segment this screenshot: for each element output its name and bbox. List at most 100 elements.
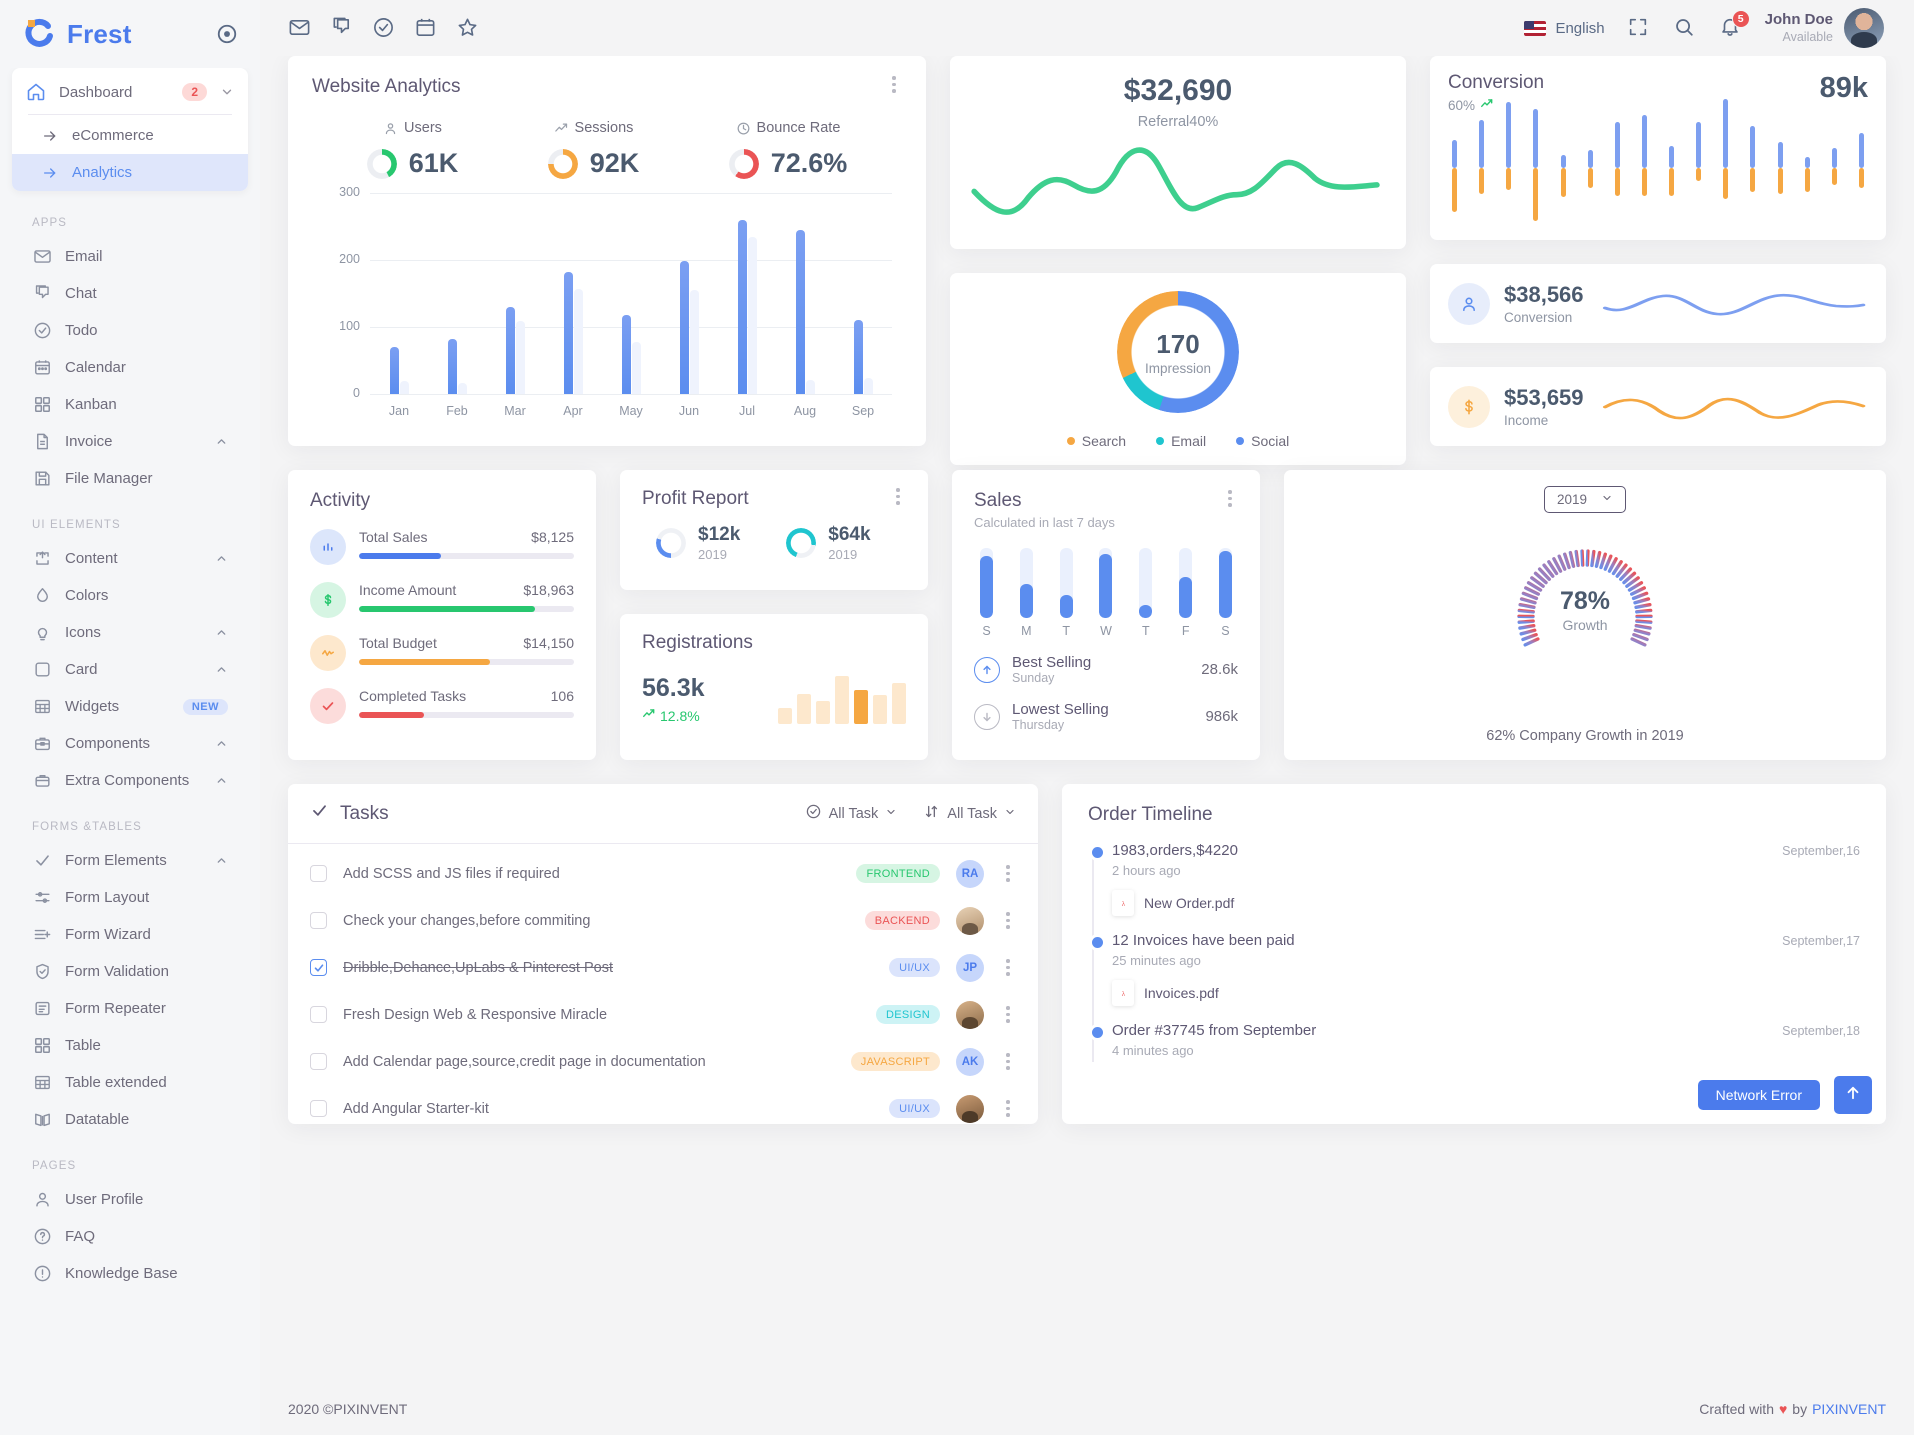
more-vertical-icon[interactable] [1000,912,1016,929]
table-row[interactable]: Add SCSS and JS files if required FRONTE… [288,850,1038,897]
year-select[interactable]: 2019 [1543,486,1627,513]
sidebar-item-form-repeater[interactable]: Form Repeater [12,990,248,1027]
sidebar-item-calendar[interactable]: Calendar [12,349,248,386]
chevron-up-icon [215,854,228,867]
sidebar-item-label: File Manager [65,470,153,487]
more-vertical-icon[interactable] [1222,490,1238,507]
check-circle-icon[interactable] [372,16,396,40]
sidebar-item-email[interactable]: Email [12,238,248,275]
table-row[interactable]: Add Angular Starter-kit UI/UX [288,1085,1038,1124]
more-vertical-icon[interactable] [1000,1006,1016,1023]
more-vertical-icon[interactable] [890,488,906,505]
fullscreen-icon[interactable] [1627,16,1651,40]
sidebar-item-ecommerce[interactable]: eCommerce [12,117,248,154]
sidebar-item-colors[interactable]: Colors [12,577,248,614]
language-selector[interactable]: English [1524,20,1605,37]
more-vertical-icon[interactable] [1000,1053,1016,1070]
activity-line: Income Amount $18,963 [359,582,574,598]
table-row[interactable]: Dribble,Dehance,UpLabs & Pinterest Post … [288,944,1038,991]
task-checkbox[interactable] [310,912,327,929]
tasks-title: Tasks [340,802,389,824]
task-checkbox[interactable] [310,1006,327,1023]
lowest-selling-row: Lowest Selling Thursday 986k [974,701,1238,732]
sidebar-item-dashboard[interactable]: Dashboard 2 [12,72,248,112]
activity-line: Completed Tasks 106 [359,688,574,704]
sales-bar: M [1019,548,1033,638]
notifications-button[interactable]: 5 [1719,10,1750,40]
star-icon[interactable] [456,16,480,40]
topbar-quick-icons [288,16,480,40]
activity-value: 106 [550,688,574,704]
info-circle-icon [32,1264,52,1284]
tasks-filter-sort[interactable]: All Task [923,803,1016,824]
circle-pin-icon[interactable] [216,23,238,45]
sidebar-item-label: Card [65,661,98,678]
table-row[interactable]: Fresh Design Web & Responsive Miracle DE… [288,991,1038,1038]
user-menu[interactable]: John Doe Available [1765,8,1884,48]
sidebar-item-kanban[interactable]: Kanban [12,386,248,423]
network-error-toast[interactable]: Network Error [1697,1080,1820,1110]
sidebar-item-form-wizard[interactable]: Form Wizard [12,916,248,953]
check-icon [310,688,346,724]
search-icon[interactable] [1673,16,1697,40]
sidebar-item-widgets[interactable]: Widgets NEW [12,688,248,725]
task-checkbox[interactable] [310,865,327,882]
sidebar-item-analytics[interactable]: Analytics [12,154,248,191]
footer-brand[interactable]: PIXINVENT [1812,1401,1886,1417]
timeline-item-time: 25 minutes ago [1112,953,1201,968]
mail-icon[interactable] [288,16,312,40]
status-badge: UI/UX [889,1099,940,1118]
sidebar-item-extra-components[interactable]: Extra Components [12,762,248,799]
activity-body: Total Budget $14,150 [359,635,574,665]
profit-report-card: Profit Report $12k 2019 $64k 2019 [620,470,928,590]
progress-bar [359,553,574,559]
sidebar-item-datatable[interactable]: Datatable [12,1101,248,1138]
sidebar-item-label: Email [65,248,103,265]
timeline-top: 12 Invoices have been paid September,17 [1112,932,1860,949]
sidebar-item-invoice[interactable]: Invoice [12,423,248,460]
task-checkbox[interactable] [310,959,327,976]
chat-icon[interactable] [330,16,354,40]
sidebar-item-table[interactable]: Table [12,1027,248,1064]
impression-legend: Search Email Social [1066,433,1289,449]
sidebar-item-faq[interactable]: FAQ [12,1218,248,1255]
brand[interactable]: Frest [0,0,260,68]
referral-value: $32,690 [1123,74,1233,107]
chevron-down-icon [885,806,897,822]
task-checkbox[interactable] [310,1100,327,1117]
status-badge: BACKEND [864,911,940,930]
table-row[interactable]: Check your changes,before commiting BACK… [288,897,1038,944]
sidebar-item-form-layout[interactable]: Form Layout [12,879,248,916]
sidebar-item-form-elements[interactable]: Form Elements [12,842,248,879]
calendar-icon[interactable] [414,16,438,40]
more-vertical-icon[interactable] [1000,959,1016,976]
sidebar-item-chat[interactable]: Chat [12,275,248,312]
sidebar-item-todo[interactable]: Todo [12,312,248,349]
sidebar-item-table-extended[interactable]: Table extended [12,1064,248,1101]
sidebar-item-icons[interactable]: Icons [12,614,248,651]
metric-value: 61K [408,148,459,178]
more-vertical-icon[interactable] [1000,1100,1016,1117]
chevron-up-icon [215,663,228,676]
sidebar-item-components[interactable]: Components [12,725,248,762]
tasks-filter-status[interactable]: All Task [805,803,898,824]
task-checkbox[interactable] [310,1053,327,1070]
sidebar-menu: Dashboard 2 eCommerce Analytics APPS Ema… [0,68,260,1435]
sidebar-item-user-profile[interactable]: User Profile [12,1181,248,1218]
sidebar-item-file-manager[interactable]: File Manager [12,460,248,497]
sidebar-item-label: Knowledge Base [65,1265,178,1282]
more-vertical-icon[interactable] [1000,865,1016,882]
timeline-item-date: September,18 [1782,1024,1860,1038]
more-vertical-icon[interactable] [886,76,902,93]
sidebar-item-form-validation[interactable]: Form Validation [12,953,248,990]
sidebar-item-content[interactable]: Content [12,540,248,577]
sidebar-item-label: Form Elements [65,852,167,869]
activity-body: Income Amount $18,963 [359,582,574,612]
scroll-to-top-button[interactable] [1834,1076,1872,1114]
sidebar-item-card[interactable]: Card [12,651,248,688]
sidebar-item-knowledge-base[interactable]: Knowledge Base [12,1255,248,1292]
metric-value-wrap: 92K [547,148,639,179]
timeline-attachment[interactable]: λ Invoices.pdf [1112,980,1860,1006]
timeline-attachment[interactable]: λ New Order.pdf [1112,890,1860,916]
table-row[interactable]: Add Calendar page,source,credit page in … [288,1038,1038,1085]
